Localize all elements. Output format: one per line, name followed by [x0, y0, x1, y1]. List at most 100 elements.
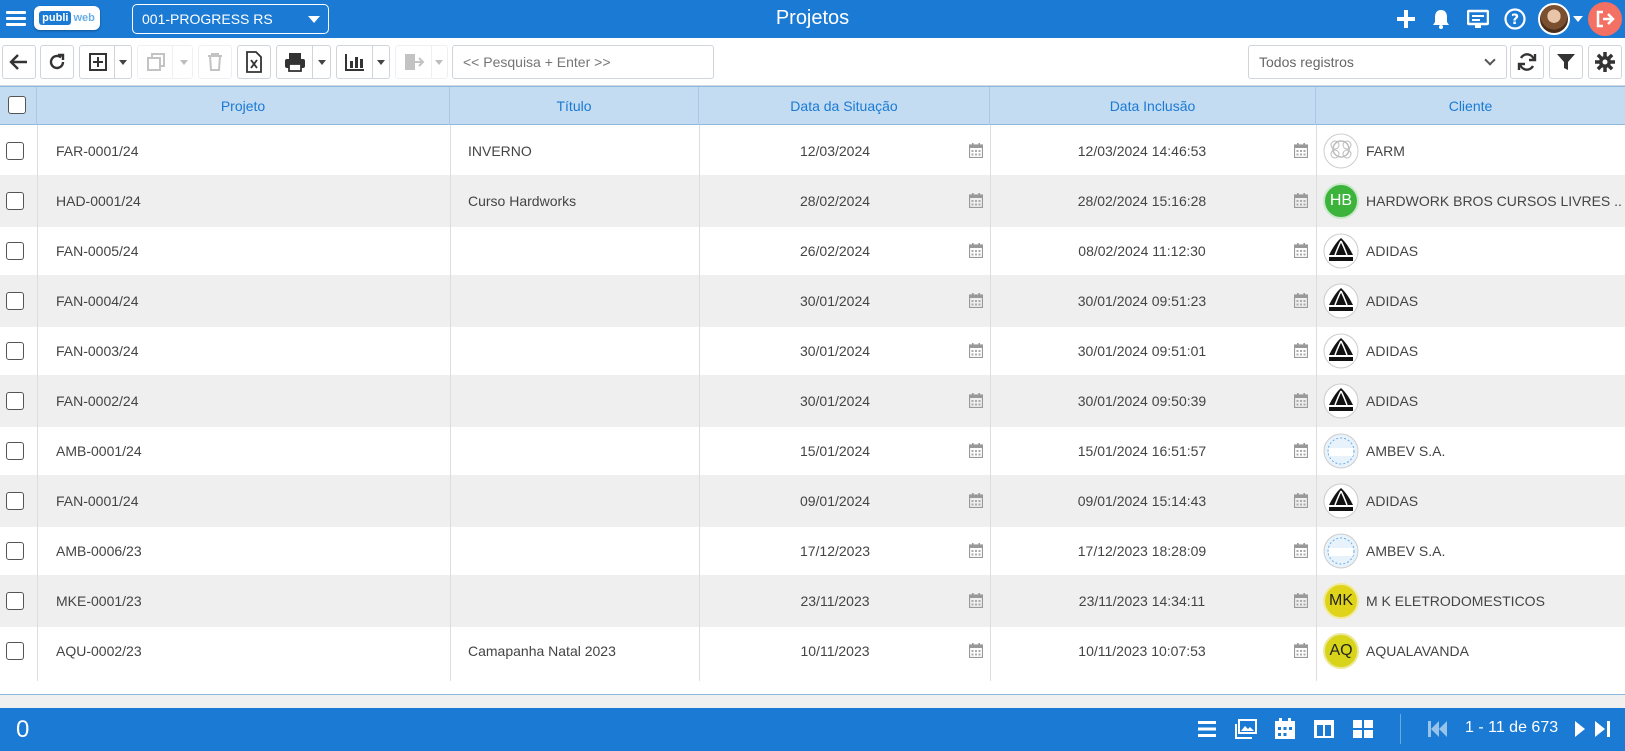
cell-projeto[interactable]: FAR-0001/24 — [56, 125, 436, 177]
gallery-view-icon[interactable] — [1234, 717, 1258, 741]
cell-projeto[interactable]: FAN-0005/24 — [56, 225, 436, 277]
row-checkbox[interactable] — [6, 442, 24, 460]
bell-icon[interactable] — [1429, 7, 1453, 31]
table-row[interactable]: MKE-0001/23 23/11/2023 23/11/2023 14:34:11… — [0, 575, 1625, 627]
sync-button[interactable] — [1510, 45, 1544, 79]
column-header-titulo[interactable]: Título — [450, 87, 699, 125]
row-checkbox[interactable] — [6, 592, 24, 610]
row-checkbox[interactable] — [6, 142, 24, 160]
grid-view-icon[interactable] — [1351, 717, 1375, 741]
column-header-data-inclusao[interactable]: Data Inclusão — [990, 87, 1316, 125]
add-button[interactable] — [79, 45, 132, 79]
calendar-icon[interactable] — [1293, 243, 1309, 259]
calendar-icon[interactable] — [968, 543, 984, 559]
table-row[interactable]: FAN-0002/24 30/01/2024 30/01/2024 09:50:39… — [0, 375, 1625, 427]
calendar-icon[interactable] — [968, 343, 984, 359]
cell-projeto[interactable]: MKE-0001/23 — [56, 575, 436, 627]
row-checkbox[interactable] — [6, 292, 24, 310]
calendar-icon[interactable] — [1293, 293, 1309, 309]
filter-button[interactable] — [1549, 45, 1583, 79]
calendar-icon[interactable] — [1293, 193, 1309, 209]
table-bottom-gap — [0, 694, 1625, 708]
calendar-icon[interactable] — [968, 593, 984, 609]
cell-projeto[interactable]: AQU-0002/23 — [56, 625, 436, 677]
calendar-icon[interactable] — [968, 293, 984, 309]
chart-button[interactable] — [336, 45, 390, 79]
adidas-logo — [1323, 233, 1359, 269]
cell-titulo — [468, 475, 693, 527]
row-checkbox[interactable] — [6, 492, 24, 510]
column-header-data-situacao[interactable]: Data da Situação — [699, 87, 990, 125]
copy-button[interactable] — [137, 45, 193, 79]
cell-titulo — [468, 525, 693, 577]
row-checkbox[interactable] — [6, 542, 24, 560]
table-row[interactable]: AQU-0002/23 Camapanha Natal 2023 10/11/202… — [0, 625, 1625, 677]
print-button[interactable] — [276, 45, 331, 79]
calendar-icon[interactable] — [968, 193, 984, 209]
calendar-icon[interactable] — [968, 443, 984, 459]
help-icon[interactable]: ? — [1503, 7, 1527, 31]
calendar-icon[interactable] — [1293, 343, 1309, 359]
cell-projeto[interactable]: FAN-0002/24 — [56, 375, 436, 427]
plus-icon[interactable] — [1394, 7, 1418, 31]
table-row[interactable]: FAN-0003/24 30/01/2024 30/01/2024 09:51:01… — [0, 325, 1625, 377]
first-page-icon[interactable] — [1425, 717, 1449, 741]
refresh-button[interactable] — [40, 45, 74, 79]
calendar-icon[interactable] — [1293, 143, 1309, 159]
calendar-icon[interactable] — [1293, 393, 1309, 409]
calendar-icon[interactable] — [968, 643, 984, 659]
calendar-icon[interactable] — [1293, 493, 1309, 509]
monitor-icon[interactable] — [1466, 7, 1490, 31]
table-row[interactable]: HAD-0001/24 Curso Hardworks 28/02/2024 28/0… — [0, 175, 1625, 227]
list-view-icon[interactable] — [1195, 717, 1219, 741]
table-row[interactable]: FAR-0001/24 INVERNO 12/03/2024 12/03/2024 1… — [0, 125, 1625, 177]
app-logo[interactable]: publi web — [34, 6, 100, 30]
split-view-icon[interactable] — [1312, 717, 1336, 741]
calendar-icon[interactable] — [968, 493, 984, 509]
avatar[interactable] — [1538, 3, 1570, 35]
row-checkbox[interactable] — [6, 242, 24, 260]
calendar-icon[interactable] — [1293, 593, 1309, 609]
calendar-icon[interactable] — [1293, 543, 1309, 559]
row-checkbox[interactable] — [6, 392, 24, 410]
row-checkbox[interactable] — [6, 342, 24, 360]
table-row[interactable]: FAN-0004/24 30/01/2024 30/01/2024 09:51:23… — [0, 275, 1625, 327]
search-input[interactable] — [452, 45, 714, 79]
last-page-icon[interactable] — [1591, 717, 1615, 741]
row-checkbox[interactable] — [6, 642, 24, 660]
cell-data-situacao: 28/02/2024 — [799, 193, 871, 209]
calendar-view-icon[interactable] — [1273, 717, 1297, 741]
caret-down-icon — [308, 16, 320, 23]
menu-icon[interactable] — [4, 6, 28, 30]
settings-button[interactable] — [1588, 45, 1622, 79]
records-filter-select[interactable]: Todos registros — [1248, 45, 1507, 79]
back-button[interactable] — [2, 45, 36, 79]
row-checkbox[interactable] — [6, 192, 24, 210]
delete-button[interactable] — [198, 45, 232, 79]
select-all-checkbox[interactable] — [8, 96, 26, 114]
export-button[interactable] — [395, 45, 448, 79]
calendar-icon[interactable] — [968, 393, 984, 409]
calendar-icon[interactable] — [1293, 443, 1309, 459]
cell-projeto[interactable]: AMB-0006/23 — [56, 525, 436, 577]
calendar-icon[interactable] — [968, 143, 984, 159]
cell-projeto[interactable]: HAD-0001/24 — [56, 175, 436, 227]
cell-data-situacao: 26/02/2024 — [799, 243, 871, 259]
avatar-caret-icon[interactable] — [1573, 16, 1583, 22]
logout-icon[interactable] — [1588, 2, 1622, 36]
table-row[interactable]: AMB-0006/23 17/12/2023 17/12/2023 18:28:09… — [0, 525, 1625, 577]
cell-projeto[interactable]: FAN-0001/24 — [56, 475, 436, 527]
excel-button[interactable] — [237, 45, 271, 79]
calendar-icon[interactable] — [1293, 643, 1309, 659]
table-row[interactable]: AMB-0001/24 15/01/2024 15/01/2024 16:51:57… — [0, 425, 1625, 477]
cell-projeto[interactable]: AMB-0001/24 — [56, 425, 436, 477]
cell-projeto[interactable]: FAN-0003/24 — [56, 325, 436, 377]
table-row[interactable]: FAN-0001/24 09/01/2024 09/01/2024 15:14:43… — [0, 475, 1625, 527]
column-header-projeto[interactable]: Projeto — [37, 87, 450, 125]
calendar-icon[interactable] — [968, 243, 984, 259]
table-row[interactable]: FAN-0005/24 26/02/2024 08/02/2024 11:12:30… — [0, 225, 1625, 277]
company-select[interactable]: 001-PROGRESS RS — [132, 4, 329, 34]
cell-projeto[interactable]: FAN-0004/24 — [56, 275, 436, 327]
column-header-cliente[interactable]: Cliente — [1316, 87, 1625, 125]
next-page-icon[interactable] — [1568, 717, 1592, 741]
